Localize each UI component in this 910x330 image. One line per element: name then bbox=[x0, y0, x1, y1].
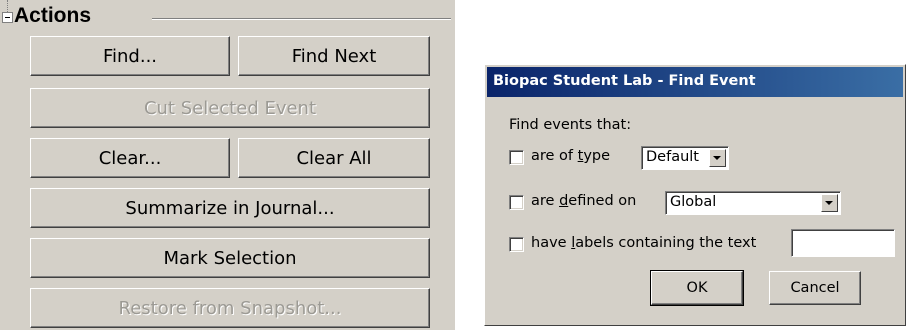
tree-connector-line bbox=[7, 0, 8, 12]
collapse-icon[interactable] bbox=[2, 12, 13, 23]
labels-text-input[interactable] bbox=[791, 229, 895, 257]
event-type-select[interactable]: Default bbox=[641, 146, 729, 170]
cancel-button[interactable]: Cancel bbox=[769, 271, 861, 305]
clear-all-button[interactable]: Clear All bbox=[238, 138, 430, 178]
ok-button[interactable]: OK bbox=[650, 270, 744, 306]
find-button[interactable]: Find... bbox=[30, 36, 230, 76]
dialog-title: Biopac Student Lab - Find Event bbox=[493, 73, 756, 89]
defined-on-checkbox[interactable] bbox=[509, 195, 524, 210]
actions-panel: Actions Find... Find Next Cut Selected E… bbox=[0, 0, 455, 330]
labels-text-label[interactable]: have labels containing the text bbox=[531, 235, 756, 251]
summarize-in-journal-button[interactable]: Summarize in Journal... bbox=[30, 188, 430, 228]
dialog-titlebar[interactable]: Biopac Student Lab - Find Event bbox=[487, 67, 903, 97]
restore-from-snapshot-button[interactable]: Restore from Snapshot... bbox=[30, 288, 430, 328]
actions-group-title: Actions bbox=[14, 4, 92, 27]
type-label[interactable]: are of type bbox=[531, 148, 610, 164]
defined-on-value: Global bbox=[670, 194, 717, 210]
labels-text-checkbox[interactable] bbox=[509, 237, 524, 252]
dropdown-arrow-icon[interactable] bbox=[709, 149, 726, 167]
clear-button[interactable]: Clear... bbox=[30, 138, 230, 178]
dropdown-arrow-icon[interactable] bbox=[821, 194, 838, 212]
actions-group-header: Actions bbox=[0, 0, 455, 30]
type-checkbox[interactable] bbox=[509, 150, 524, 165]
cut-selected-event-button[interactable]: Cut Selected Event bbox=[30, 88, 430, 128]
event-type-value: Default bbox=[646, 149, 699, 165]
find-events-prompt: Find events that: bbox=[509, 117, 632, 133]
find-next-button[interactable]: Find Next bbox=[238, 36, 430, 76]
defined-on-select[interactable]: Global bbox=[665, 191, 841, 215]
mark-selection-button[interactable]: Mark Selection bbox=[30, 238, 430, 278]
group-divider bbox=[152, 18, 451, 20]
defined-on-label[interactable]: are defined on bbox=[531, 193, 636, 209]
find-event-dialog: Biopac Student Lab - Find Event Find eve… bbox=[484, 64, 906, 326]
